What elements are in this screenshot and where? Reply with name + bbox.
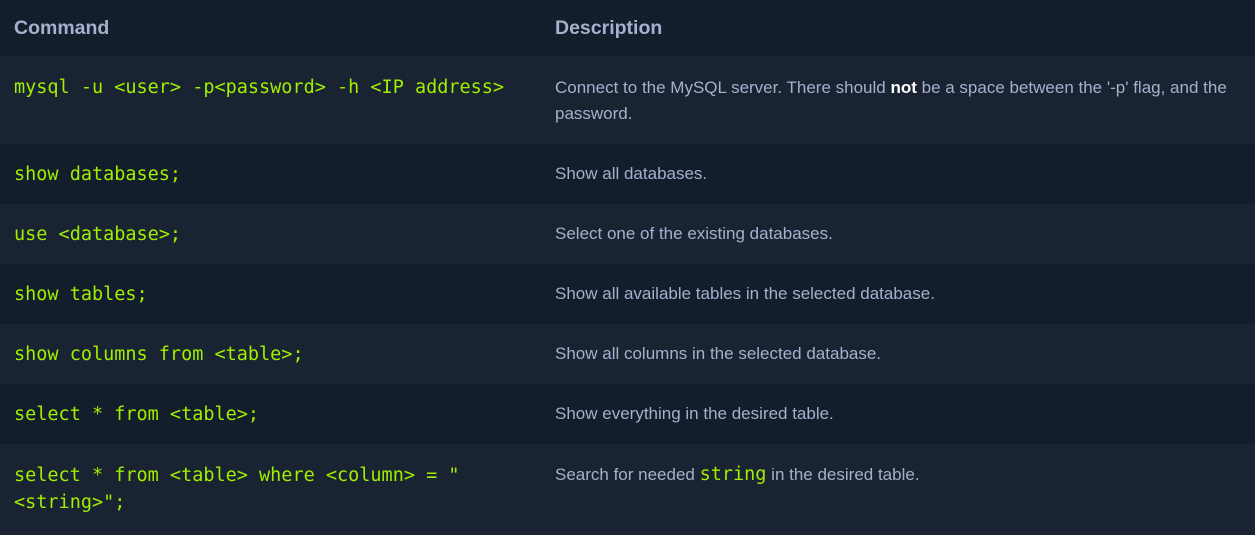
table-header: Command Description [0,0,1255,56]
command-text: mysql -u <user> -p<password> -h <IP addr… [14,77,505,98]
description-text: Connect to the MySQL server. There shoul… [555,78,1227,123]
description-text: Show all available tables in the selecte… [555,284,935,303]
command-table: Command Description mysql -u <user> -p<p… [0,0,1255,535]
table-row: select * from <table>; Show everything i… [0,384,1255,444]
column-header-description: Description [555,16,663,39]
column-header-command: Command [14,16,110,39]
description-text: Show all databases. [555,164,708,183]
command-text: show databases; [14,163,182,185]
table-row: mysql -u <user> -p<password> -h <IP addr… [0,56,1255,144]
table-row: use <database>; Select one of the existi… [0,204,1255,264]
command-text: select * from <table>; [14,403,260,425]
command-text: select * from <table> where <column> = "… [14,465,460,513]
description-text: Show all columns in the selected databas… [555,344,882,363]
description-text: Search for needed string in the desired … [555,464,920,485]
description-text: Select one of the existing databases. [555,224,833,243]
table-row: show columns from <table>; Show all colu… [0,324,1255,384]
command-text: show tables; [14,283,148,305]
table-row: show tables; Show all available tables i… [0,264,1255,324]
inline-code-string: string [699,464,767,485]
command-text: show columns from <table>; [14,343,304,365]
emphasis-not: not [890,78,917,97]
description-text: Show everything in the desired table. [555,404,834,423]
command-text: use <database>; [14,223,182,245]
table-row: show databases; Show all databases. [0,144,1255,204]
table-row: select * from <table> where <column> = "… [0,444,1255,535]
